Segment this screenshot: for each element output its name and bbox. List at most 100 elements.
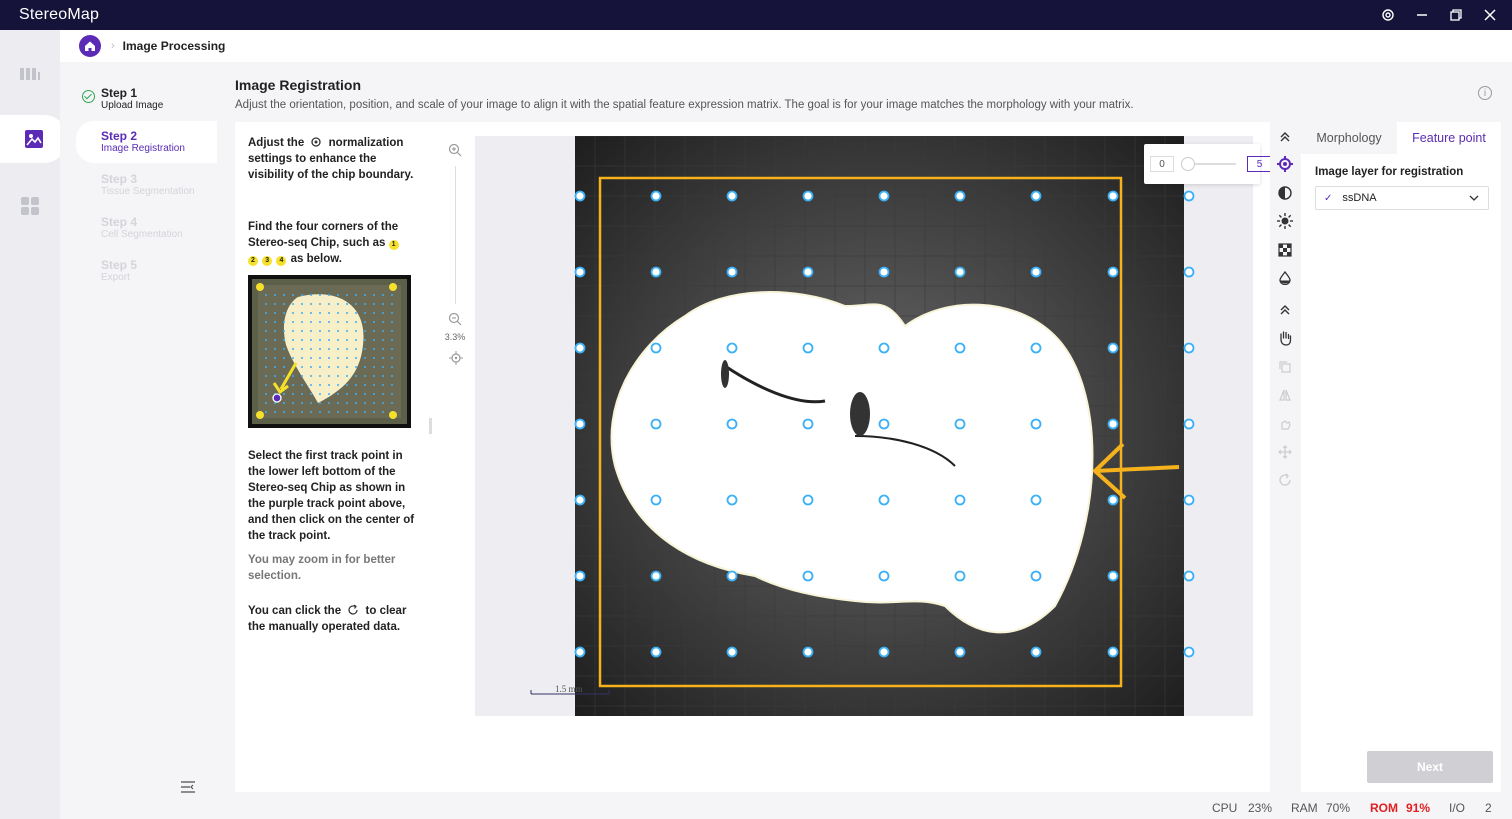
nav-image-processing-icon[interactable] xyxy=(0,115,68,163)
locate-icon[interactable] xyxy=(449,351,463,365)
nav-map-icon[interactable] xyxy=(0,50,60,98)
track-point[interactable] xyxy=(1107,570,1119,582)
track-point[interactable] xyxy=(878,494,890,506)
hand-pan-icon[interactable] xyxy=(1275,328,1295,348)
track-point[interactable] xyxy=(574,646,586,658)
track-point[interactable] xyxy=(1183,570,1195,582)
track-point[interactable] xyxy=(954,570,966,582)
track-point[interactable] xyxy=(726,646,738,658)
track-point[interactable] xyxy=(650,418,662,430)
track-point[interactable] xyxy=(954,418,966,430)
track-point[interactable] xyxy=(1107,342,1119,354)
track-point[interactable] xyxy=(650,646,662,658)
next-button[interactable]: Next xyxy=(1367,751,1493,783)
track-point[interactable] xyxy=(1030,342,1042,354)
track-point[interactable] xyxy=(574,570,586,582)
track-point[interactable] xyxy=(1183,418,1195,430)
registration-canvas[interactable]: 1.5 mm xyxy=(475,136,1253,716)
track-point[interactable] xyxy=(650,494,662,506)
track-point[interactable] xyxy=(954,266,966,278)
brightness-icon[interactable] xyxy=(1275,211,1295,231)
track-point[interactable] xyxy=(954,190,966,202)
track-point[interactable] xyxy=(802,646,814,658)
track-point[interactable] xyxy=(878,570,890,582)
settings-icon[interactable] xyxy=(1380,7,1396,23)
track-point[interactable] xyxy=(726,418,738,430)
track-point[interactable] xyxy=(574,190,586,202)
example-dot xyxy=(382,303,384,305)
nav-apps-icon[interactable] xyxy=(0,182,60,230)
track-point[interactable] xyxy=(878,342,890,354)
step-upload-image[interactable]: Step 1 Upload Image xyxy=(76,78,217,120)
step-subtitle: Tissue Segmentation xyxy=(101,186,195,197)
layer-select[interactable]: ✓ ssDNA xyxy=(1315,186,1489,210)
track-point[interactable] xyxy=(954,646,966,658)
collapse-sidebar-icon[interactable] xyxy=(180,780,196,794)
panel-resize-handle[interactable] xyxy=(429,418,432,434)
track-point[interactable] xyxy=(574,418,586,430)
track-point[interactable] xyxy=(1030,570,1042,582)
track-point[interactable] xyxy=(802,190,814,202)
track-point[interactable] xyxy=(954,494,966,506)
track-point[interactable] xyxy=(650,570,662,582)
track-point[interactable] xyxy=(1183,494,1195,506)
track-point[interactable] xyxy=(574,266,586,278)
track-point[interactable] xyxy=(1030,494,1042,506)
example-dot xyxy=(346,339,348,341)
track-point[interactable] xyxy=(954,342,966,354)
info-icon[interactable]: i xyxy=(1478,86,1492,100)
track-point[interactable] xyxy=(802,266,814,278)
slider-max-input[interactable]: 5 xyxy=(1247,156,1272,172)
contrast-icon[interactable] xyxy=(1275,183,1295,203)
track-point[interactable] xyxy=(1107,418,1119,430)
track-point[interactable] xyxy=(1107,266,1119,278)
zoom-out-icon[interactable] xyxy=(448,312,462,326)
slider-handle[interactable] xyxy=(1181,157,1195,171)
track-point[interactable] xyxy=(1183,266,1195,278)
track-point[interactable] xyxy=(878,190,890,202)
color-drop-icon[interactable] xyxy=(1275,268,1295,288)
minimize-icon[interactable] xyxy=(1414,7,1430,23)
track-point[interactable] xyxy=(802,342,814,354)
tab-feature-point[interactable]: Feature point xyxy=(1397,122,1501,154)
track-point[interactable] xyxy=(1183,646,1195,658)
track-point[interactable] xyxy=(1030,266,1042,278)
track-point[interactable] xyxy=(878,646,890,658)
track-point[interactable] xyxy=(1107,646,1119,658)
track-point[interactable] xyxy=(726,266,738,278)
home-button[interactable] xyxy=(79,35,101,57)
track-point[interactable] xyxy=(802,494,814,506)
track-point[interactable] xyxy=(1030,190,1042,202)
track-point[interactable] xyxy=(726,342,738,354)
track-point[interactable] xyxy=(1030,646,1042,658)
collapse-up-icon-2[interactable] xyxy=(1275,300,1295,320)
track-point[interactable] xyxy=(1030,418,1042,430)
zoom-in-icon[interactable] xyxy=(448,143,462,157)
track-point[interactable] xyxy=(1107,494,1119,506)
zoom-slider-track[interactable] xyxy=(455,166,456,304)
image-viewer[interactable]: 3.3% 1.5 mm xyxy=(425,122,1270,792)
collapse-up-icon[interactable] xyxy=(1275,127,1295,147)
close-icon[interactable] xyxy=(1482,7,1498,23)
track-point[interactable] xyxy=(650,342,662,354)
track-point[interactable] xyxy=(878,418,890,430)
track-point[interactable] xyxy=(802,418,814,430)
slider-min-input[interactable]: 0 xyxy=(1150,156,1174,172)
restore-icon[interactable] xyxy=(1448,7,1464,23)
track-point[interactable] xyxy=(726,570,738,582)
track-point[interactable] xyxy=(1107,190,1119,202)
track-point[interactable] xyxy=(574,494,586,506)
track-point[interactable] xyxy=(1183,190,1195,202)
normalization-tool-icon[interactable] xyxy=(1275,154,1295,174)
step-image-registration[interactable]: Step 2 Image Registration xyxy=(76,121,217,163)
track-point[interactable] xyxy=(726,190,738,202)
track-point[interactable] xyxy=(802,570,814,582)
track-point[interactable] xyxy=(650,266,662,278)
track-point[interactable] xyxy=(650,190,662,202)
track-point[interactable] xyxy=(726,494,738,506)
checkerboard-icon[interactable] xyxy=(1275,240,1295,260)
tab-morphology[interactable]: Morphology xyxy=(1301,122,1397,154)
track-point[interactable] xyxy=(574,342,586,354)
track-point[interactable] xyxy=(1183,342,1195,354)
track-point[interactable] xyxy=(878,266,890,278)
